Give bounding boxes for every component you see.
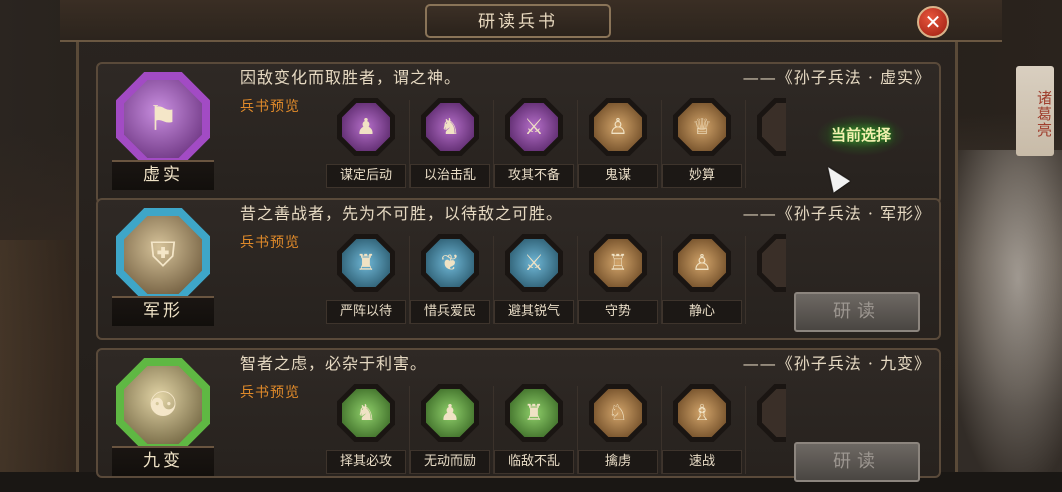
quote-source: ——《孙子兵法 · 虚实》: [742, 68, 931, 87]
skill-label: 无动而励: [410, 450, 490, 474]
figure-icon: ♘: [594, 389, 642, 437]
skill-icon: ⚔: [505, 234, 563, 292]
preview-label: 兵书预览: [240, 99, 300, 115]
quote-text: 智者之虑，必杂于利害。: [240, 354, 428, 373]
emblem-junxing: ⛨: [116, 208, 210, 302]
figure-icon: ♗: [678, 389, 726, 437]
book-card-junxing[interactable]: ⛨ 军形 昔之善战者，先为不可胜，以待敌之可胜。 ——《孙子兵法 · 军形》 兵…: [96, 198, 941, 340]
skill-item[interactable]: ♟ 无动而励: [410, 382, 492, 482]
skill-item-partial: [746, 382, 786, 482]
quote-text: 昔之善战者，先为不可胜，以待敌之可胜。: [240, 204, 564, 223]
skill-item[interactable]: ♗ 速战: [662, 382, 744, 482]
skill-icon: ♕: [673, 98, 731, 156]
figure-icon: ❦: [426, 239, 474, 287]
skill-label: 避其锐气: [494, 300, 574, 324]
skill-item-partial: [746, 232, 786, 332]
skill-label: 严阵以待: [326, 300, 406, 324]
skill-item[interactable]: ♙ 静心: [662, 232, 744, 332]
skill-label: 惜兵爱民: [410, 300, 490, 324]
skill-icon: ♞: [337, 384, 395, 442]
preview-label: 兵书预览: [240, 385, 300, 401]
figure-icon: [762, 103, 786, 151]
book-card-jiubian[interactable]: ☯ 九变 智者之虑，必杂于利害。 ——《孙子兵法 · 九变》 兵书预览 ♞ 择其…: [96, 348, 941, 482]
skill-icon: ♖: [589, 234, 647, 292]
skill-label: 择其必攻: [326, 450, 406, 474]
skill-label: 临敌不乱: [494, 450, 574, 474]
skill-list: ♟ 谋定后动 ♞ 以治击乱 ⚔ 攻其不备 ♙ 鬼谋 ♕ 妙算: [326, 96, 786, 206]
figure-icon: ⚔: [510, 239, 558, 287]
skill-label: 静心: [662, 300, 742, 324]
skill-label: 守势: [578, 300, 658, 324]
skill-icon: [757, 234, 786, 292]
skill-item[interactable]: ♖ 守势: [578, 232, 660, 332]
skill-icon: ♟: [337, 98, 395, 156]
emblem-xushi: ⚑: [116, 72, 210, 166]
skill-item[interactable]: ♘ 擒虏: [578, 382, 660, 482]
yin-yang-icon: ☯: [124, 366, 202, 444]
skill-item[interactable]: ❦ 惜兵爱民: [410, 232, 492, 332]
figure-icon: ♜: [342, 239, 390, 287]
quote-source: ——《孙子兵法 · 军形》: [742, 204, 931, 223]
skill-icon: ♘: [589, 384, 647, 442]
skill-list: ♜ 严阵以待 ❦ 惜兵爱民 ⚔ 避其锐气 ♖ 守势 ♙ 静心: [326, 232, 786, 342]
skill-icon: ⚔: [505, 98, 563, 156]
skill-list: ♞ 择其必攻 ♟ 无动而励 ♜ 临敌不乱 ♘ 擒虏 ♗ 速战: [326, 382, 786, 492]
skill-icon: ❦: [421, 234, 479, 292]
skill-label: 速战: [662, 450, 742, 474]
preview-label: 兵书预览: [240, 235, 300, 251]
skill-icon: ♜: [337, 234, 395, 292]
skill-label: 以治击乱: [410, 164, 490, 188]
figure-icon: ♟: [342, 103, 390, 151]
figure-icon: [762, 389, 786, 437]
skill-item[interactable]: ♞ 择其必攻: [326, 382, 408, 482]
emblem-label: 军形: [112, 296, 214, 326]
skill-item[interactable]: ⚔ 避其锐气: [494, 232, 576, 332]
emblem-jiubian: ☯: [116, 358, 210, 452]
skill-icon: ♙: [589, 98, 647, 156]
quote-source: ——《孙子兵法 · 九变》: [742, 354, 931, 373]
skill-item[interactable]: ♜ 严阵以待: [326, 232, 408, 332]
close-button[interactable]: ✕: [917, 6, 949, 38]
figure-icon: [762, 239, 786, 287]
window-title: 研读兵书: [425, 4, 611, 38]
figure-icon: ♞: [426, 103, 474, 151]
skill-item[interactable]: ♕ 妙算: [662, 96, 744, 196]
emblem-label: 虚实: [112, 160, 214, 190]
skill-item[interactable]: ♙ 鬼谋: [578, 96, 660, 196]
skill-icon: [757, 98, 786, 156]
character-cloak-decoration: [952, 150, 1062, 472]
study-button[interactable]: 研读: [794, 442, 920, 482]
skill-label: 谋定后动: [326, 164, 406, 188]
skill-icon: ♙: [673, 234, 731, 292]
figure-icon: ⚔: [510, 103, 558, 151]
skill-label: 擒虏: [578, 450, 658, 474]
current-selection-badge: 当前选择: [816, 114, 906, 156]
side-banner: 诸葛亮: [1016, 66, 1054, 156]
figure-icon: ♞: [342, 389, 390, 437]
figure-icon: ♖: [594, 239, 642, 287]
skill-label: 攻其不备: [494, 164, 574, 188]
figure-icon: ♙: [678, 239, 726, 287]
skill-label: 鬼谋: [578, 164, 658, 188]
skill-item-partial: [746, 96, 786, 196]
skill-item[interactable]: ♜ 临敌不乱: [494, 382, 576, 482]
skill-icon: [757, 384, 786, 442]
shield-icon: ⛨: [124, 216, 202, 294]
skill-item[interactable]: ⚔ 攻其不备: [494, 96, 576, 196]
figure-icon: ♙: [594, 103, 642, 151]
book-card-xushi[interactable]: ⚑ 虚实 因敌变化而取胜者，谓之神。 ——《孙子兵法 · 虚实》 兵书预览 ♟ …: [96, 62, 941, 204]
skill-icon: ♗: [673, 384, 731, 442]
skill-item[interactable]: ♞ 以治击乱: [410, 96, 492, 196]
skill-label: 妙算: [662, 164, 742, 188]
figure-icon: ♕: [678, 103, 726, 151]
skill-icon: ♞: [421, 98, 479, 156]
figure-icon: ♜: [510, 389, 558, 437]
skill-icon: ♟: [421, 384, 479, 442]
figure-icon: ♟: [426, 389, 474, 437]
study-button[interactable]: 研读: [794, 292, 920, 332]
quote-text: 因敌变化而取胜者，谓之神。: [240, 68, 462, 87]
skill-item[interactable]: ♟ 谋定后动: [326, 96, 408, 196]
skill-icon: ♜: [505, 384, 563, 442]
banner-icon: ⚑: [124, 80, 202, 158]
